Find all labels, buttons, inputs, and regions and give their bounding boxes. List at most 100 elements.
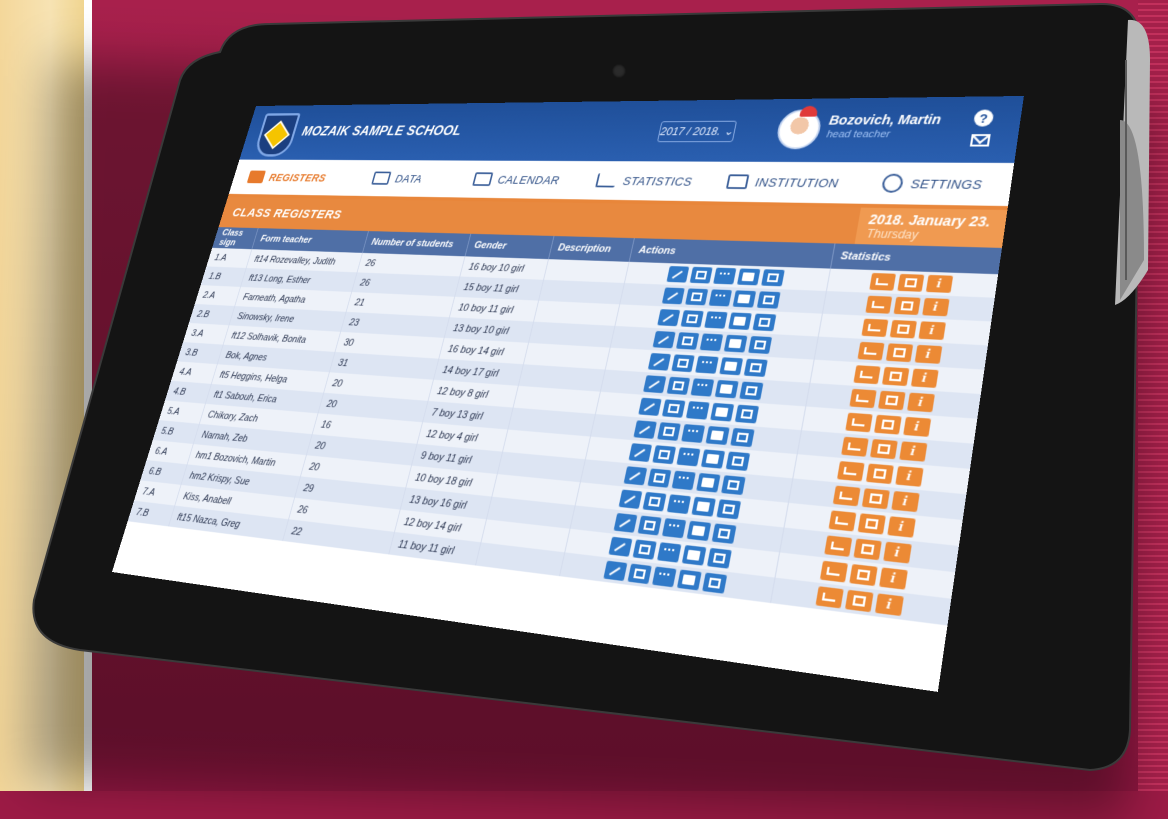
grades-icon[interactable] (651, 566, 677, 588)
summary-icon[interactable] (877, 390, 906, 411)
message-icon[interactable] (734, 404, 759, 424)
edit-icon[interactable] (608, 536, 632, 557)
register-icon[interactable] (646, 468, 671, 488)
edit-icon[interactable] (642, 375, 666, 394)
summary-icon[interactable] (896, 273, 924, 292)
register-icon[interactable] (670, 354, 695, 373)
grades-icon[interactable] (671, 470, 696, 491)
nav-statistics[interactable]: STATISTICS (577, 173, 713, 188)
edit-icon[interactable] (656, 309, 680, 327)
register-icon[interactable] (651, 445, 676, 465)
register-icon[interactable] (675, 332, 699, 350)
grades-icon[interactable] (690, 378, 714, 397)
edit-icon[interactable] (613, 512, 637, 533)
info-icon[interactable]: i (886, 516, 916, 538)
info-icon[interactable]: i (925, 274, 953, 293)
edit-icon[interactable] (618, 489, 642, 509)
attendance-icon[interactable] (814, 586, 844, 609)
edit-icon[interactable] (647, 352, 671, 371)
edit-icon[interactable] (632, 420, 657, 439)
info-icon[interactable]: i (878, 567, 908, 590)
help-icon[interactable]: ? (972, 109, 995, 127)
info-icon[interactable]: i (914, 344, 942, 364)
edit-icon[interactable] (661, 287, 685, 305)
info-icon[interactable]: i (894, 466, 924, 487)
message-icon[interactable] (743, 358, 768, 377)
message-icon[interactable] (756, 291, 781, 309)
grades-icon[interactable] (680, 424, 705, 443)
user-avatar[interactable] (774, 105, 824, 150)
attendance-icon[interactable] (868, 272, 896, 291)
column-header[interactable]: Class sign (212, 227, 258, 250)
summary-icon[interactable] (857, 513, 886, 535)
book-icon[interactable] (714, 379, 739, 399)
book-icon[interactable] (676, 569, 702, 591)
attendance-icon[interactable] (836, 461, 865, 482)
register-icon[interactable] (684, 288, 708, 306)
register-icon[interactable] (666, 376, 690, 395)
summary-icon[interactable] (865, 463, 894, 485)
register-icon[interactable] (627, 563, 652, 585)
grades-icon[interactable] (685, 401, 710, 420)
message-icon[interactable] (729, 427, 755, 448)
message-icon[interactable] (711, 523, 736, 544)
message-icon[interactable] (715, 499, 741, 520)
attendance-icon[interactable] (864, 295, 892, 314)
grades-icon[interactable] (708, 289, 732, 307)
message-icon[interactable] (752, 313, 776, 332)
column-header[interactable]: Gender (464, 233, 554, 260)
message-icon[interactable] (747, 335, 772, 354)
message-icon[interactable] (706, 547, 732, 569)
edit-icon[interactable] (623, 466, 647, 486)
book-icon[interactable] (705, 425, 730, 445)
edit-icon[interactable] (666, 266, 689, 283)
school-logo[interactable] (252, 113, 301, 157)
grades-icon[interactable] (666, 494, 691, 515)
info-icon[interactable]: i (921, 297, 950, 317)
info-icon[interactable]: i (902, 416, 931, 437)
grades-icon[interactable] (699, 333, 723, 352)
summary-icon[interactable] (844, 589, 874, 613)
book-icon[interactable] (732, 290, 756, 308)
register-icon[interactable] (656, 422, 681, 441)
edit-icon[interactable] (628, 443, 652, 462)
nav-registers[interactable]: REGISTERS (232, 170, 343, 184)
edit-icon[interactable] (602, 560, 627, 581)
summary-icon[interactable] (885, 343, 913, 363)
book-icon[interactable] (700, 449, 725, 469)
register-icon[interactable] (632, 539, 657, 560)
register-icon[interactable] (661, 399, 685, 418)
summary-icon[interactable] (881, 366, 909, 387)
register-icon[interactable] (689, 266, 713, 284)
book-icon[interactable] (727, 312, 752, 330)
message-icon[interactable] (720, 475, 746, 495)
summary-icon[interactable] (873, 414, 902, 435)
attendance-icon[interactable] (852, 365, 881, 385)
book-icon[interactable] (690, 496, 716, 517)
attendance-icon[interactable] (848, 388, 877, 409)
book-icon[interactable] (723, 334, 747, 353)
summary-icon[interactable] (889, 319, 917, 339)
attendance-icon[interactable] (832, 485, 860, 507)
attendance-icon[interactable] (827, 510, 856, 532)
school-year-select[interactable]: 2017 / 2018. ⌄ (656, 120, 738, 143)
grades-icon[interactable] (661, 518, 686, 539)
summary-icon[interactable] (893, 296, 921, 315)
edit-icon[interactable] (637, 397, 662, 416)
book-icon[interactable] (695, 472, 721, 493)
register-icon[interactable] (642, 491, 667, 512)
info-icon[interactable]: i (890, 490, 920, 513)
info-icon[interactable]: i (917, 321, 946, 340)
info-icon[interactable]: i (882, 541, 912, 564)
book-icon[interactable] (718, 357, 743, 376)
message-icon[interactable] (725, 451, 750, 471)
book-icon[interactable] (681, 544, 706, 566)
message-icon[interactable] (738, 381, 763, 401)
grades-icon[interactable] (712, 267, 736, 285)
info-icon[interactable]: i (910, 368, 939, 388)
attendance-icon[interactable] (844, 412, 873, 433)
register-icon[interactable] (680, 310, 704, 328)
grades-icon[interactable] (656, 542, 681, 563)
attendance-icon[interactable] (856, 341, 884, 361)
summary-icon[interactable] (861, 488, 890, 510)
